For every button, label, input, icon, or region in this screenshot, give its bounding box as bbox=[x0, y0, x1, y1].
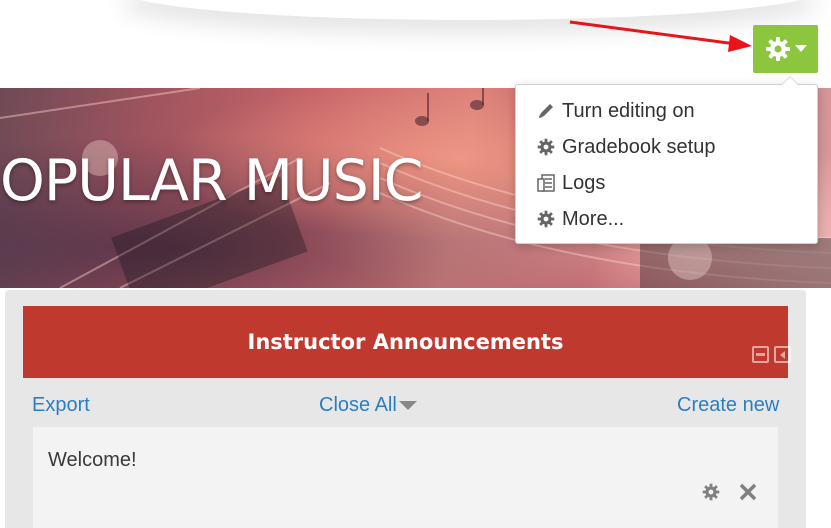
pencil-icon bbox=[536, 101, 556, 121]
close-all-link[interactable]: Close All bbox=[319, 394, 417, 417]
announcement-post: Welcome! bbox=[33, 427, 778, 528]
create-new-link[interactable]: Create new bbox=[677, 394, 779, 417]
dock-block-icon[interactable] bbox=[774, 346, 791, 363]
export-link[interactable]: Export bbox=[32, 394, 90, 417]
menu-item-label: More... bbox=[562, 207, 625, 230]
menu-caret bbox=[781, 76, 799, 85]
announcements-block: Instructor Announcements Export Close Al… bbox=[5, 290, 806, 528]
close-icon[interactable] bbox=[738, 482, 758, 507]
caret-down-icon bbox=[794, 45, 807, 53]
menu-item-logs[interactable]: Logs bbox=[516, 165, 817, 201]
caret-down-icon bbox=[398, 401, 417, 410]
post-text: Welcome! bbox=[48, 449, 137, 471]
menu-item-label: Turn editing on bbox=[562, 99, 695, 122]
page: OPULAR MUSIC Turn editing on Gradebook s… bbox=[0, 0, 831, 528]
menu-item-label: Logs bbox=[562, 171, 606, 194]
block-title: Instructor Announcements bbox=[247, 330, 564, 354]
course-admin-dropdown-menu: Turn editing on Gradebook setup Logs Mor… bbox=[515, 76, 818, 244]
gear-icon bbox=[536, 137, 556, 157]
report-icon bbox=[536, 173, 556, 193]
minimize-block-icon[interactable] bbox=[752, 346, 769, 363]
menu-item-turn-editing-on[interactable]: Turn editing on bbox=[516, 93, 817, 129]
gear-icon bbox=[765, 36, 791, 62]
red-arrow-annotation bbox=[569, 20, 752, 52]
course-admin-gear-button[interactable] bbox=[753, 25, 818, 73]
edit-gear-icon[interactable] bbox=[702, 483, 720, 506]
menu-item-gradebook-setup[interactable]: Gradebook setup bbox=[516, 129, 817, 165]
banner-title: OPULAR MUSIC bbox=[0, 148, 423, 214]
block-header: Instructor Announcements bbox=[23, 306, 791, 378]
menu-item-label: Gradebook setup bbox=[562, 135, 716, 158]
menu-item-more[interactable]: More... bbox=[516, 201, 817, 237]
close-all-label: Close All bbox=[319, 394, 397, 416]
gear-icon bbox=[536, 209, 556, 229]
